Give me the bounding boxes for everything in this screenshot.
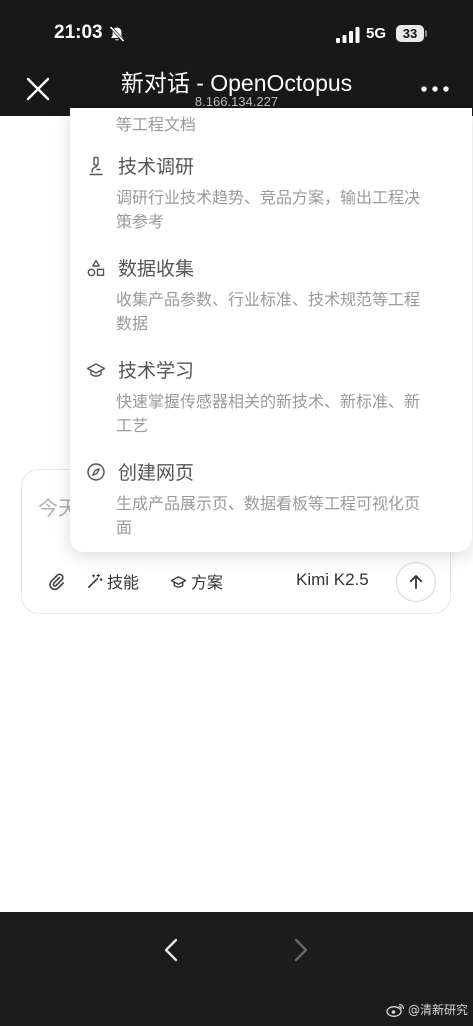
graduation-cap-icon (170, 575, 187, 588)
menu-item-title: 技术学习 (118, 360, 195, 382)
send-button[interactable] (396, 562, 436, 602)
page-subtitle: 8.166.134.227 (194, 94, 279, 109)
menu-item-data-collection[interactable]: 数据收集 收集产品参数、行业标准、技术规范等工程数据 (70, 254, 472, 346)
top-bar: 21:03 5G 33 新对话 - OpenOctopus 8.166.134.… (0, 0, 473, 116)
skill-button-label: 技能 (107, 573, 140, 592)
signal-strength-icon (336, 27, 360, 43)
weibo-logo-icon (386, 1003, 405, 1017)
watermark-text: @清新研究 (408, 1003, 469, 1017)
skill-button[interactable]: 技能 (86, 568, 139, 594)
graduation-cap-icon (86, 363, 106, 377)
more-options-icon[interactable] (420, 84, 450, 94)
shapes-icon (87, 259, 105, 277)
battery-cap (425, 30, 427, 37)
menu-item-title: 技术调研 (118, 156, 195, 178)
skill-dropdown-menu: 等工程文档 技术调研 调研行业技术趋势、竞品方案，输出工程决策参考 数据收集 收… (70, 108, 472, 552)
arrow-up-icon (409, 575, 423, 589)
chevron-left-icon[interactable] (160, 937, 184, 963)
page-title: 新对话 - OpenOctopus (120, 70, 353, 96)
bell-muted-icon (109, 25, 125, 43)
menu-item-tech-learning[interactable]: 技术学习 快速掌握传感器相关的新技术、新标准、新工艺 (70, 356, 472, 448)
menu-item-tech-research[interactable]: 技术调研 调研行业技术趋势、竞品方案，输出工程决策参考 (70, 152, 472, 244)
battery-indicator: 33 (396, 25, 424, 42)
menu-item-description: 收集产品参数、行业标准、技术规范等工程数据 (116, 290, 421, 333)
browser-bottom-bar: @清新研究 (0, 912, 473, 1026)
plan-button-label: 方案 (191, 573, 224, 592)
compass-icon (87, 463, 105, 481)
paperclip-icon[interactable] (46, 571, 66, 591)
menu-item-create-webpage[interactable]: 创建网页 生成产品展示页、数据看板等工程可视化页面 (70, 458, 472, 550)
menu-item-description: 快速掌握传感器相关的新技术、新标准、新工艺 (116, 392, 421, 435)
status-time: 21:03 (54, 22, 103, 43)
chevron-right-icon[interactable] (288, 937, 312, 963)
menu-item-title: 数据收集 (118, 258, 195, 280)
menu-item-title: 创建网页 (118, 462, 195, 484)
microscope-icon (89, 156, 103, 176)
magic-wand-icon (88, 573, 103, 588)
menu-item-description: 等工程文档 (116, 115, 197, 134)
input-toolbar: 技能 方案 Kimi K2.5 (22, 562, 452, 602)
menu-item-description: 调研行业技术趋势、竞品方案，输出工程决策参考 (116, 188, 421, 231)
network-type: 5G (366, 25, 387, 42)
menu-item-document[interactable]: 等工程文档 (70, 110, 472, 146)
plan-button[interactable]: 方案 (170, 568, 223, 594)
model-selector[interactable]: Kimi K2.5 (296, 570, 369, 590)
menu-item-description: 生成产品展示页、数据看板等工程可视化页面 (116, 494, 421, 537)
watermark: @清新研究 (386, 1001, 468, 1018)
